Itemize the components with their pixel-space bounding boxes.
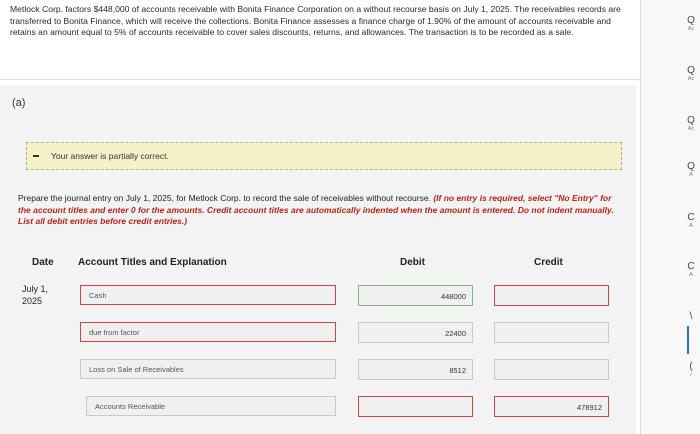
sidebar-item-label: \ <box>689 311 693 322</box>
sidebar-item-sub: A <box>689 272 693 278</box>
problem-statement: Metlock Corp. factors $448,000 of accoun… <box>0 0 640 80</box>
header-debit: Debit <box>400 257 425 268</box>
account-select-row-4[interactable]: Accounts Receivable <box>86 396 336 416</box>
sidebar-item-4[interactable]: Q A <box>681 161 700 179</box>
sidebar-item-label: Q <box>687 161 695 172</box>
sidebar-item-sub: Ac <box>687 26 695 32</box>
credit-input-row-2[interactable] <box>494 322 609 343</box>
instructions: Prepare the journal entry on July 1, 202… <box>18 193 618 228</box>
sidebar-item-sub: A <box>689 223 693 229</box>
debit-input-row-3[interactable]: 8512 <box>358 359 473 380</box>
credit-input-row-4[interactable]: 478912 <box>494 396 609 417</box>
debit-value: 22400 <box>445 329 466 338</box>
credit-value: 478912 <box>576 403 602 412</box>
debit-input-row-2[interactable]: 22400 <box>358 322 473 343</box>
partial-correct-icon <box>33 155 39 157</box>
account-value: Accounts Receivable <box>95 402 166 411</box>
part-label: (a) <box>12 97 26 109</box>
sidebar-item-5[interactable]: C A <box>681 212 700 230</box>
sidebar-item-sub: Ac <box>687 76 695 82</box>
sidebar-item-1[interactable]: Q Ac <box>681 15 700 33</box>
account-select-row-3[interactable]: Loss on Sale of Receivables <box>80 359 336 379</box>
credit-input-row-3[interactable] <box>494 359 609 380</box>
page: Metlock Corp. factors $448,000 of accoun… <box>0 0 700 434</box>
sidebar-item-label: C <box>687 212 695 223</box>
sidebar-item-sub: A <box>689 172 693 178</box>
header-date: Date <box>32 257 54 268</box>
instruction-main: Prepare the journal entry on July 1, 202… <box>18 193 431 203</box>
entry-date: July 1, 2025 <box>22 283 48 307</box>
question-sidebar: Q Ac Q Ac Q Ac Q A C A C A \ ( / <box>640 0 700 434</box>
header-credit: Credit <box>534 257 563 268</box>
feedback-banner: Your answer is partially correct. <box>26 142 622 170</box>
date-line-1: July 1, <box>22 284 49 294</box>
sidebar-item-label: Q <box>687 115 695 126</box>
account-select-row-1[interactable]: Cash <box>80 285 336 305</box>
account-select-row-2[interactable]: due from factor <box>80 322 336 342</box>
credit-input-row-1[interactable] <box>494 285 609 306</box>
sidebar-item-8[interactable]: ( / <box>681 361 700 379</box>
feedback-message: Your answer is partially correct. <box>51 151 169 161</box>
sidebar-item-label: Q <box>687 65 695 76</box>
date-line-2: 2025 <box>22 296 43 306</box>
debit-value: 8512 <box>449 366 466 375</box>
sidebar-item-6[interactable]: C A <box>681 261 700 279</box>
account-value: Loss on Sale of Receivables <box>89 365 184 374</box>
sidebar-item-7[interactable]: \ <box>681 312 700 322</box>
account-value: Cash <box>89 291 107 300</box>
sidebar-item-label: C <box>687 261 695 272</box>
sidebar-item-label: ( <box>689 361 693 372</box>
account-value: due from factor <box>89 328 140 337</box>
debit-input-row-1[interactable]: 448000 <box>358 285 473 306</box>
problem-text: Metlock Corp. factors $448,000 of accoun… <box>10 4 621 37</box>
sidebar-item-label: Q <box>687 15 695 26</box>
sidebar-item-sub: / <box>690 372 692 378</box>
sidebar-item-2[interactable]: Q Ac <box>681 65 700 83</box>
header-account: Account Titles and Explanation <box>78 257 227 268</box>
debit-value: 448000 <box>440 292 466 301</box>
current-question-marker <box>687 326 689 354</box>
part-a-panel: (a) Your answer is partially correct. Pr… <box>0 85 636 434</box>
sidebar-item-sub: Ac <box>687 126 695 132</box>
debit-input-row-4[interactable] <box>358 396 473 417</box>
sidebar-item-3[interactable]: Q Ac <box>681 115 700 133</box>
